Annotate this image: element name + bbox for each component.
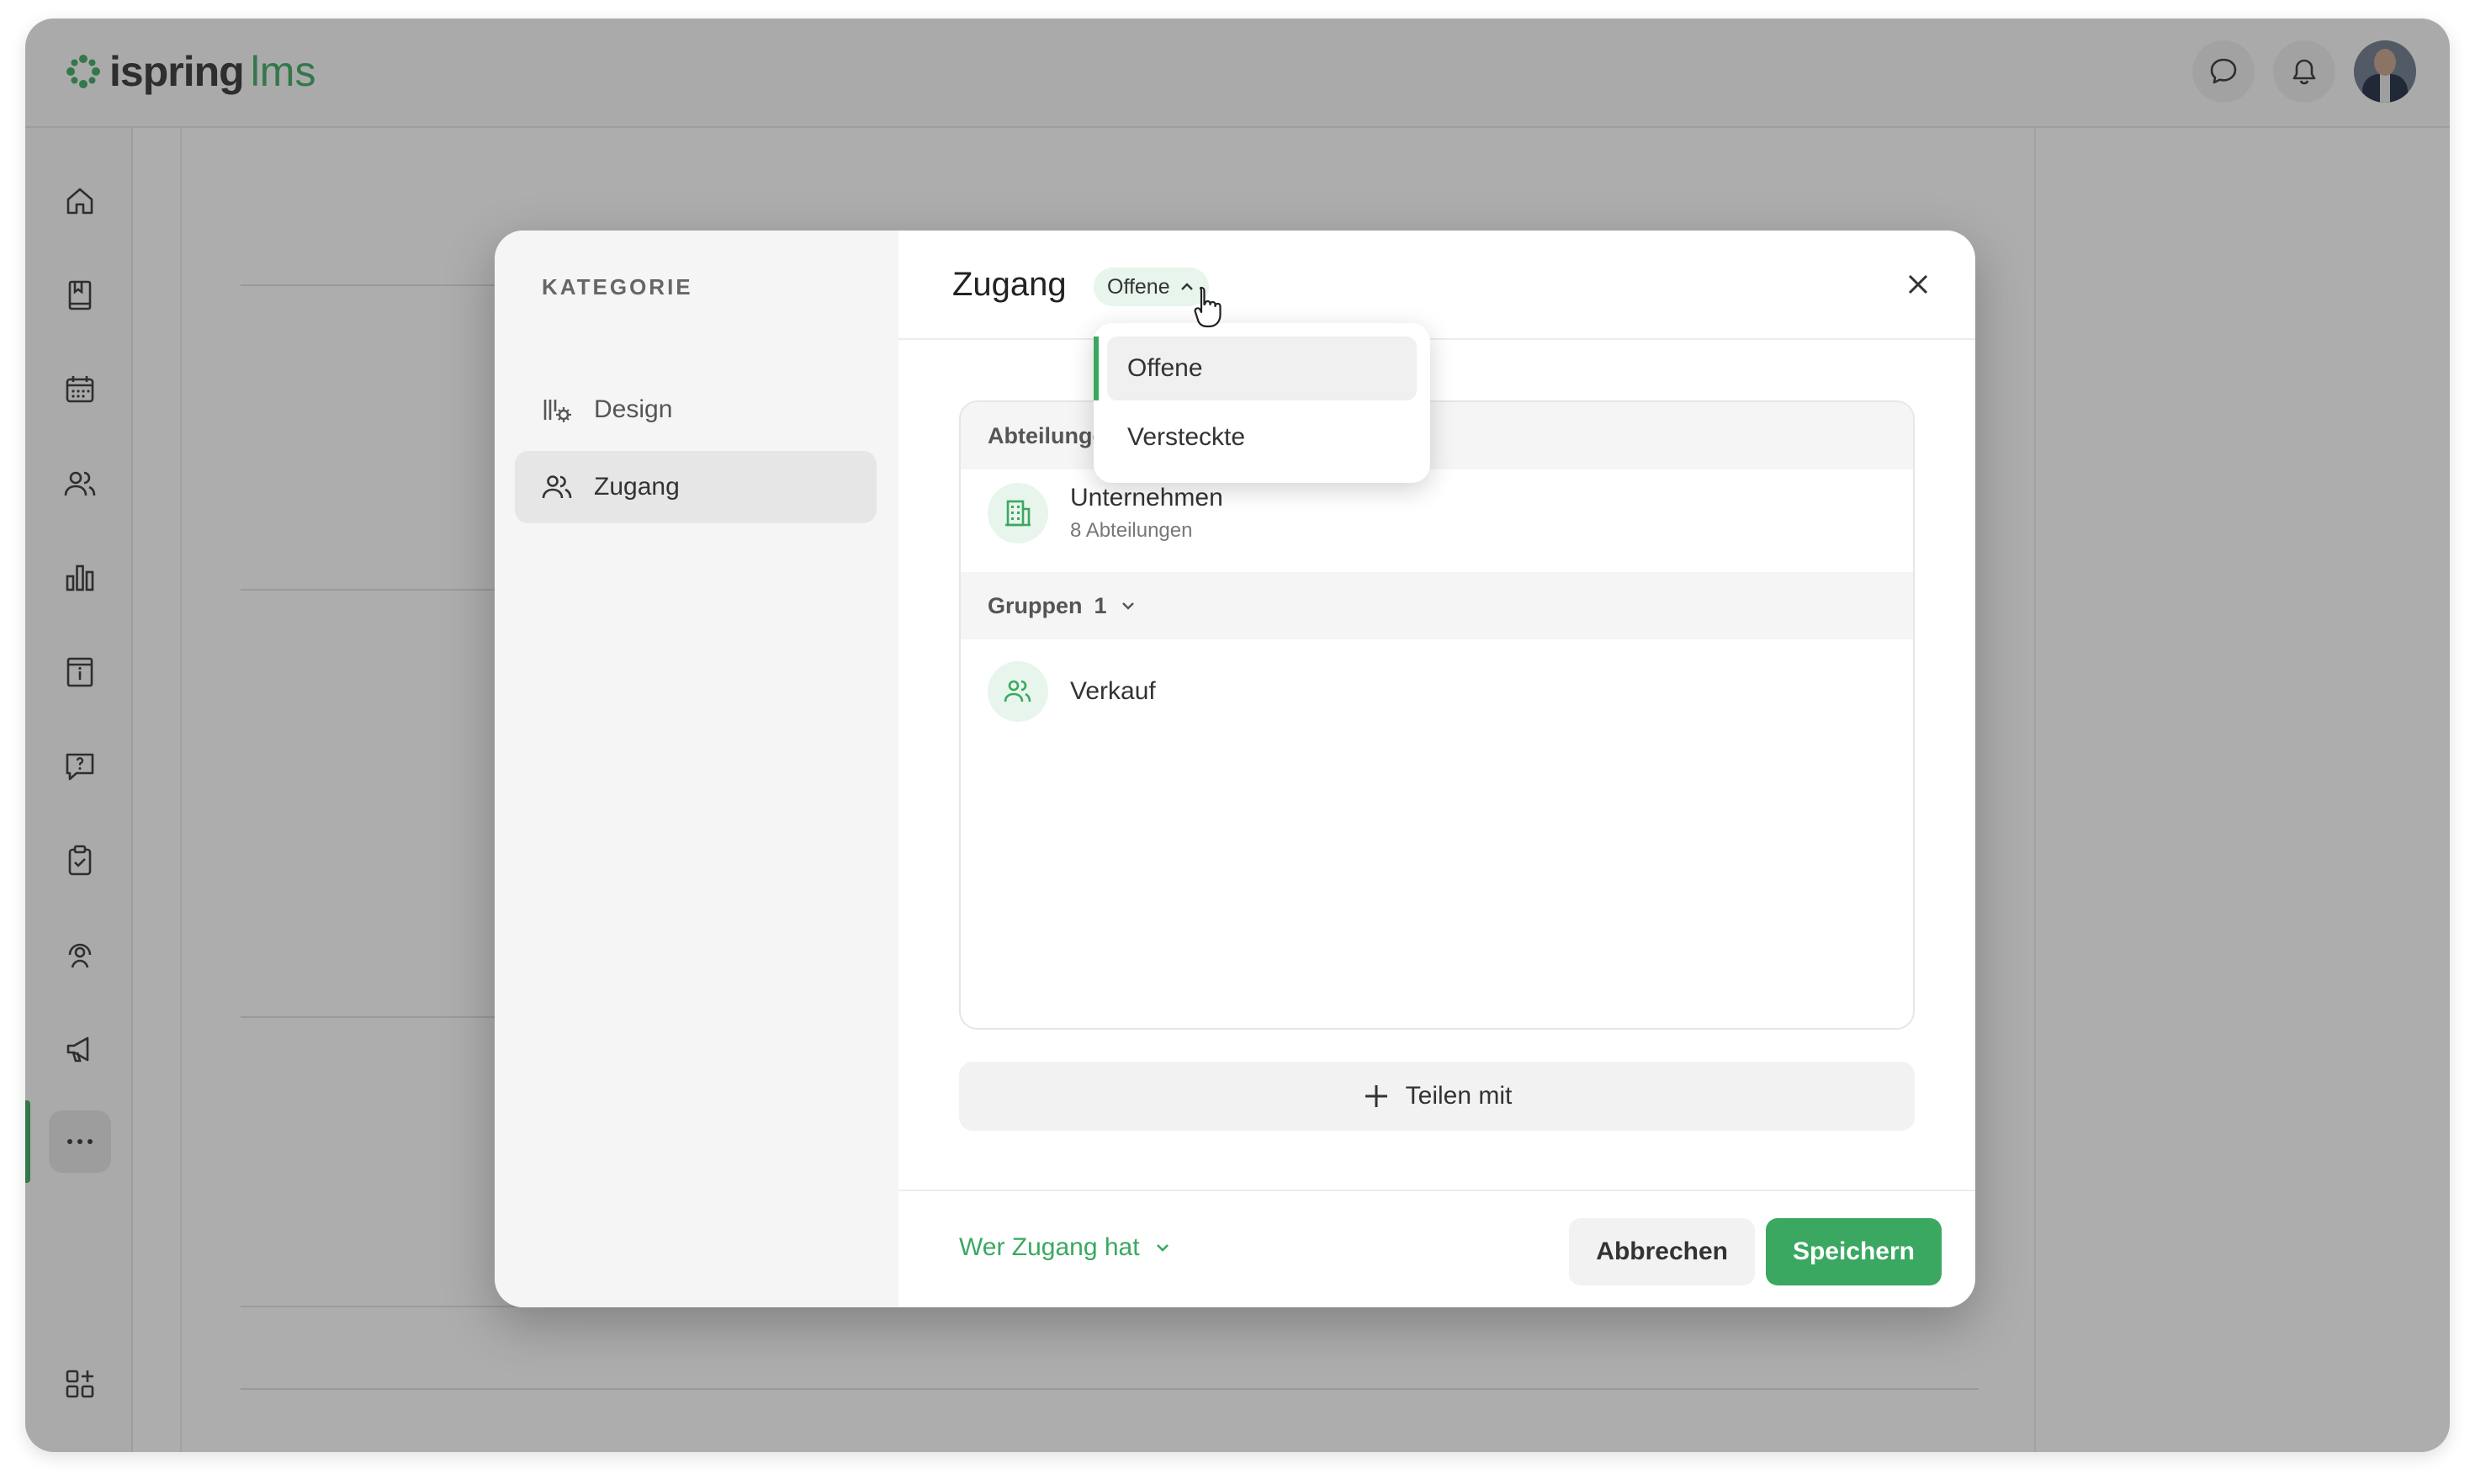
- list-item[interactable]: Unternehmen 8 Abteilungen: [988, 480, 1886, 547]
- close-icon: [1908, 274, 1928, 294]
- modal-footer: Wer Zugang hat Abbrechen Speichern: [898, 1190, 1975, 1307]
- who-has-access-link[interactable]: Wer Zugang hat: [959, 1233, 1172, 1262]
- chevron-down-icon: [1121, 602, 1134, 610]
- item-subtitle: 8 Abteilungen: [1070, 519, 1193, 542]
- section-count: 1: [1094, 592, 1107, 618]
- chevron-down-icon: [1156, 1244, 1169, 1252]
- users-icon: [542, 475, 572, 499]
- dropdown-option-open[interactable]: Offene: [1107, 337, 1417, 400]
- close-button[interactable]: [1898, 264, 1938, 305]
- selected-indicator: [1094, 337, 1099, 400]
- modal-title: Zugang: [952, 266, 1067, 303]
- item-name: Unternehmen: [1070, 484, 1223, 511]
- who-has-access-label: Wer Zugang hat: [959, 1233, 1140, 1261]
- dropdown-option-hidden[interactable]: Versteckte: [1107, 405, 1417, 469]
- design-settings-icon: [543, 400, 571, 422]
- modal-main: Zugang Offene Abteilungen Unternehmen 8 …: [898, 231, 1975, 1307]
- users-icon: [1004, 680, 1031, 702]
- share-with-button[interactable]: Teilen mit: [959, 1062, 1915, 1131]
- category-label: KATEGORIE: [542, 274, 693, 299]
- section-header-groups[interactable]: Gruppen 1: [961, 572, 1913, 639]
- access-list: Abteilungen Unternehmen 8 Abteilungen Gr…: [959, 400, 1915, 1030]
- cancel-button[interactable]: Abbrechen: [1569, 1218, 1755, 1285]
- group-icon-badge: [988, 661, 1048, 722]
- modal-header: Zugang Offene: [898, 231, 1975, 340]
- building-icon-badge: [988, 483, 1048, 543]
- visibility-value: Offene: [1107, 274, 1170, 299]
- list-item[interactable]: Verkauf: [988, 658, 1886, 725]
- category-item-label: Zugang: [594, 473, 680, 501]
- category-item-label: Design: [594, 395, 673, 423]
- modal-category-nav: KATEGORIE Design Zugang: [495, 231, 898, 1307]
- item-name: Verkauf: [1070, 677, 1156, 705]
- save-button[interactable]: Speichern: [1765, 1218, 1942, 1285]
- building-icon: [1005, 500, 1031, 527]
- share-label: Teilen mit: [1405, 1082, 1513, 1110]
- hand-cursor-icon: [1194, 286, 1222, 328]
- section-title: Gruppen: [988, 592, 1083, 618]
- category-item-design[interactable]: Design: [515, 374, 877, 446]
- category-item-access[interactable]: Zugang: [515, 451, 877, 523]
- plus-icon: [1365, 1085, 1387, 1107]
- visibility-dropdown-menu: Offene Versteckte: [1094, 323, 1430, 483]
